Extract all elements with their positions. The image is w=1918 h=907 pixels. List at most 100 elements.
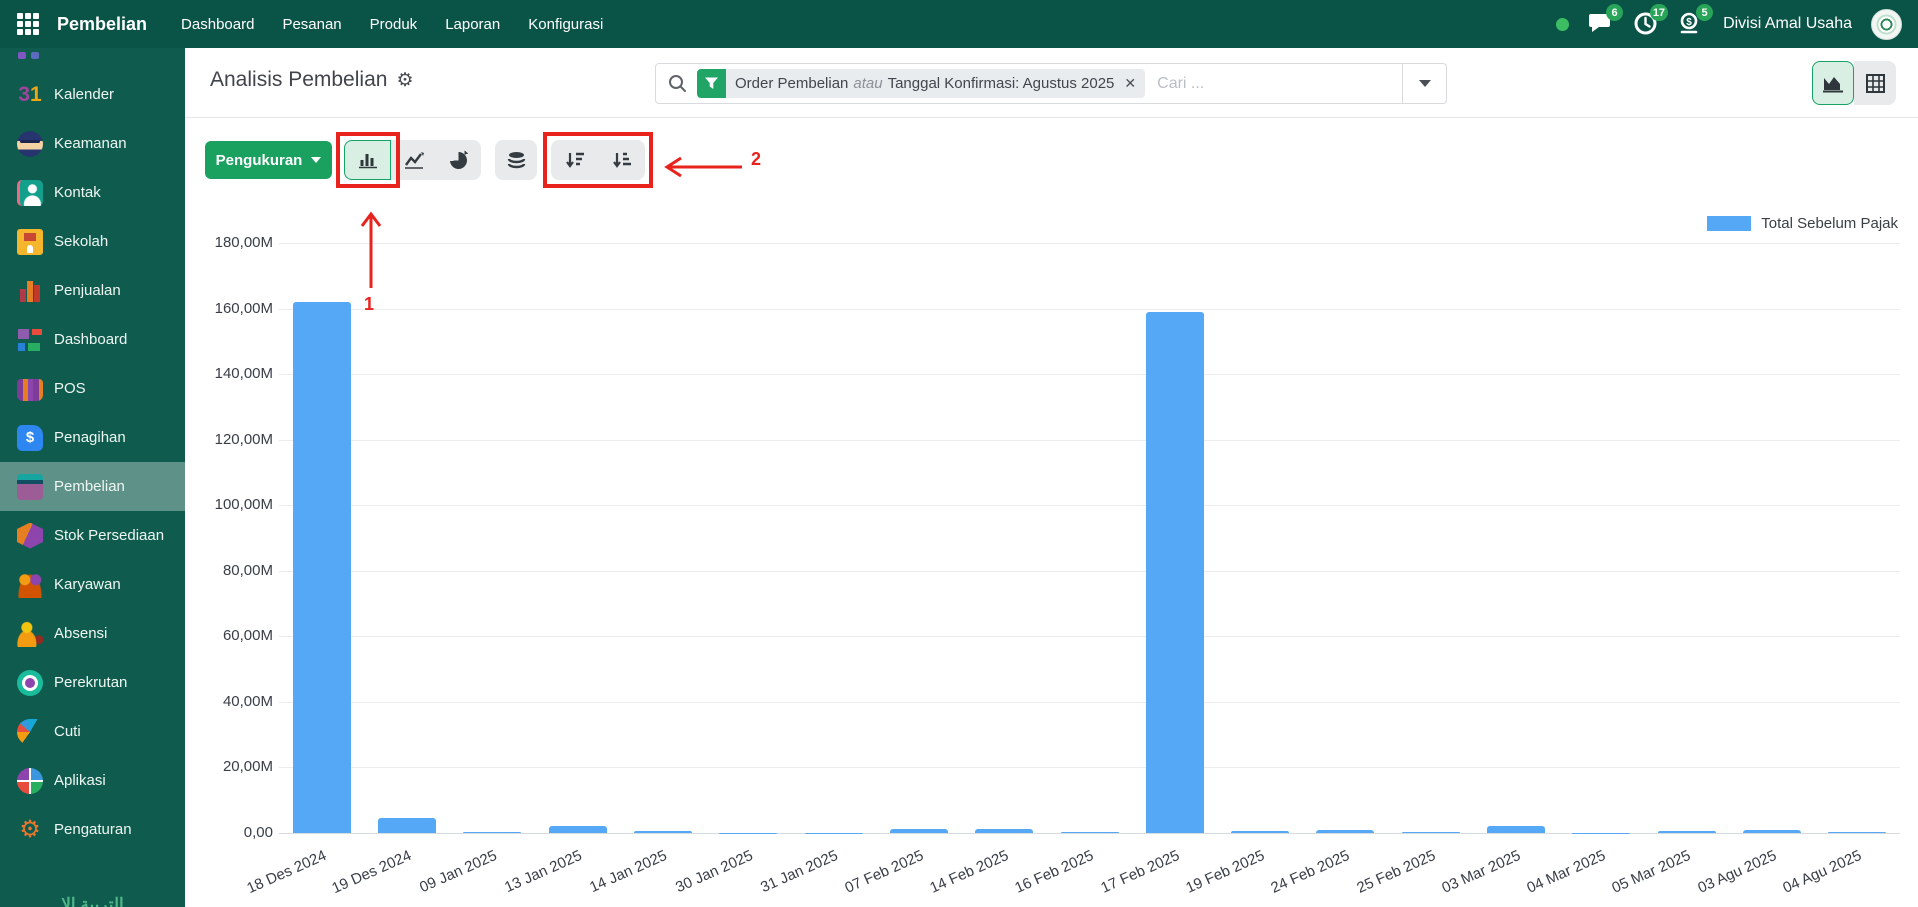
apps-icon: [17, 768, 43, 794]
x-axis-tick: 04 Mar 2025: [1524, 847, 1608, 897]
bar-18-des-2024[interactable]: [293, 302, 351, 833]
x-axis-tick: 24 Feb 2025: [1268, 847, 1352, 897]
attendance-icon: [17, 621, 43, 647]
requests-icon[interactable]: $ 5: [1678, 11, 1704, 37]
sidebar-item-dashboard[interactable]: Dashboard: [0, 315, 185, 364]
facet-value: Tanggal Konfirmasi: Agustus 2025: [888, 75, 1115, 92]
x-axis-tick: 17 Feb 2025: [1098, 847, 1182, 897]
contacts-icon: [17, 180, 43, 206]
facet-field: Order Pembelian: [735, 75, 848, 92]
top-menu-item-produk[interactable]: Produk: [358, 10, 430, 39]
sidebar-item-penjualan[interactable]: Penjualan: [0, 266, 185, 315]
x-axis-tick: 19 Des 2024: [329, 847, 414, 897]
pie-chart-button[interactable]: [436, 140, 481, 180]
chevron-down-icon: [1419, 80, 1431, 87]
sidebar-item-label: Cuti: [54, 723, 81, 740]
gear-icon[interactable]: ⚙: [396, 69, 413, 92]
recruitment-icon: [17, 670, 43, 696]
page-title-text: Analisis Pembelian: [210, 68, 387, 92]
messages-badge: 6: [1606, 4, 1623, 21]
sort-descending-button[interactable]: [551, 140, 598, 180]
calendar-icon: [17, 82, 43, 108]
main-content: Analisis Pembelian ⚙ Order Pembelian ata…: [185, 48, 1918, 907]
purchase-icon: [17, 474, 43, 500]
x-axis-tick: 07 Feb 2025: [842, 847, 926, 897]
legend-swatch: [1707, 216, 1751, 231]
sidebar-item-pembelian[interactable]: Pembelian: [0, 462, 185, 511]
sidebar-item-stok-persediaan[interactable]: Stok Persediaan: [0, 511, 185, 560]
sidebar-item-label: Pengaturan: [54, 821, 132, 838]
sort-ascending-button[interactable]: [598, 140, 645, 180]
avatar[interactable]: [1871, 9, 1902, 40]
apps-menu-icon[interactable]: [17, 13, 39, 35]
gridline: [279, 440, 1900, 441]
sidebar-item-cuti[interactable]: Cuti: [0, 707, 185, 756]
online-status-dot: [1556, 18, 1569, 31]
sidebar-item-pos[interactable]: POS: [0, 364, 185, 413]
stacked-button[interactable]: [495, 140, 537, 180]
search-input[interactable]: [1145, 75, 1402, 93]
line-chart-button[interactable]: [391, 140, 436, 180]
pie-icon: [450, 152, 467, 169]
sidebar-item-absensi[interactable]: Absensi: [0, 609, 185, 658]
bar-chart-button[interactable]: [344, 140, 391, 180]
bar-19-des-2024[interactable]: [378, 818, 436, 833]
activities-icon[interactable]: 17: [1633, 11, 1659, 37]
sidebar-item-karyawan[interactable]: Karyawan: [0, 560, 185, 609]
sidebar-item-label: Keamanan: [54, 135, 127, 152]
sidebar-item-keamanan[interactable]: Keamanan: [0, 119, 185, 168]
sidebar-item-label: Penjualan: [54, 282, 121, 299]
graph-view-button[interactable]: [1812, 61, 1854, 105]
top-menu-item-dashboard[interactable]: Dashboard: [169, 10, 266, 39]
x-axis-tick: 14 Feb 2025: [927, 847, 1011, 897]
x-axis-tick: 03 Agu 2025: [1695, 847, 1779, 897]
pivot-view-button[interactable]: [1854, 61, 1896, 105]
sidebar-item-label: Dashboard: [54, 331, 127, 348]
bar-13-jan-2025[interactable]: [549, 826, 607, 833]
chart-legend[interactable]: Total Sebelum Pajak: [1707, 215, 1898, 232]
chart-controls: Pengukuran: [205, 140, 645, 180]
sidebar-item-label: Sekolah: [54, 233, 108, 250]
app-name[interactable]: Pembelian: [57, 14, 147, 35]
sidebar-item-aplikasi[interactable]: Aplikasi: [0, 756, 185, 805]
top-menu: DashboardPesananProdukLaporanKonfigurasi: [169, 10, 615, 39]
x-axis-tick: 19 Feb 2025: [1183, 847, 1267, 897]
sidebar-item-label: Pembelian: [54, 478, 125, 495]
y-axis-tick: 180,00M: [193, 234, 273, 251]
search-dropdown-toggle[interactable]: [1402, 64, 1446, 103]
sidebar-item-penagihan[interactable]: Penagihan: [0, 413, 185, 462]
y-axis-tick: 20,00M: [193, 758, 273, 775]
scrolled-item-remnant-icon: [18, 52, 39, 59]
sidebar-item-kontak[interactable]: Kontak: [0, 168, 185, 217]
top-menu-item-konfigurasi[interactable]: Konfigurasi: [516, 10, 615, 39]
sidebar-item-kalender[interactable]: Kalender: [0, 70, 185, 119]
facet-close-icon[interactable]: ✕: [1124, 75, 1136, 92]
company-switcher[interactable]: Divisi Amal Usaha: [1723, 15, 1852, 33]
page-title: Analisis Pembelian ⚙: [210, 68, 413, 92]
inventory-icon: [17, 523, 43, 549]
y-axis-tick: 140,00M: [193, 365, 273, 382]
x-axis-tick: 04 Agu 2025: [1780, 847, 1864, 897]
sort-group: [551, 140, 645, 180]
bar-17-feb-2025[interactable]: [1146, 312, 1204, 833]
search-bar[interactable]: Order Pembelian atau Tanggal Konfirmasi:…: [655, 63, 1447, 104]
messages-icon[interactable]: 6: [1588, 11, 1614, 37]
top-menu-item-pesanan[interactable]: Pesanan: [270, 10, 353, 39]
sales-icon: [17, 278, 43, 304]
sidebar-item-label: POS: [54, 380, 86, 397]
filter-facet: Order Pembelian atau Tanggal Konfirmasi:…: [697, 69, 1145, 98]
sidebar-item-label: Aplikasi: [54, 772, 106, 789]
top-menu-item-laporan[interactable]: Laporan: [433, 10, 512, 39]
sidebar-item-pengaturan[interactable]: Pengaturan: [0, 805, 185, 854]
x-axis-tick: 30 Jan 2025: [673, 847, 755, 896]
y-axis-tick: 100,00M: [193, 496, 273, 513]
chevron-down-icon: [311, 157, 321, 163]
y-axis-tick: 60,00M: [193, 627, 273, 644]
measures-button[interactable]: Pengukuran: [205, 141, 332, 179]
sidebar-item-label: Stok Persediaan: [54, 527, 164, 544]
school-icon: [17, 229, 43, 255]
filter-icon: [697, 69, 726, 98]
dashboard-icon: [17, 327, 43, 353]
sidebar-item-perekrutan[interactable]: Perekrutan: [0, 658, 185, 707]
sidebar-item-sekolah[interactable]: Sekolah: [0, 217, 185, 266]
